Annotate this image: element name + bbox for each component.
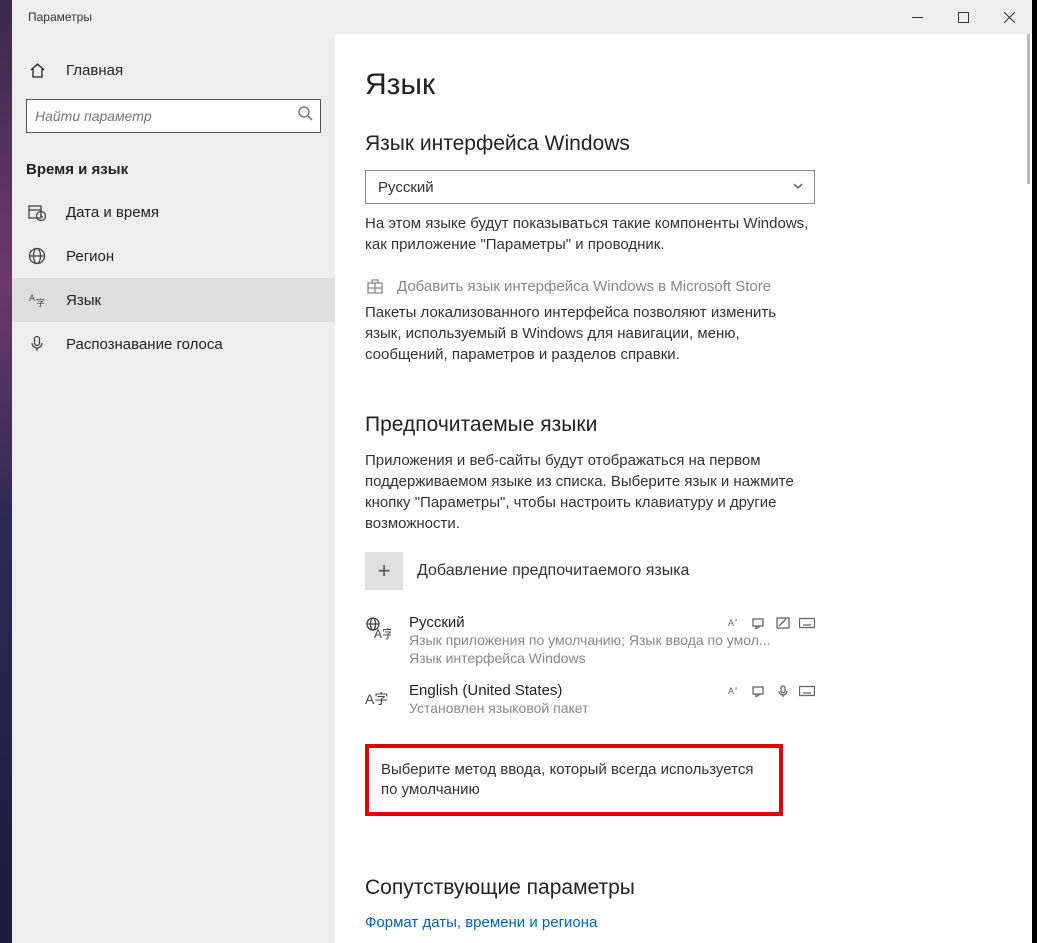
language-glyph-icon: A字 [365, 614, 395, 666]
search-wrap [26, 99, 321, 133]
svg-text:ᵃ: ᵃ [735, 687, 738, 693]
window-controls [894, 0, 1032, 34]
scrollbar-thumb[interactable] [1027, 34, 1030, 184]
language-name: English (United States) [409, 682, 562, 699]
right-border [1032, 0, 1037, 943]
display-language-select[interactable]: Русский [365, 170, 815, 204]
chevron-down-icon [792, 179, 804, 196]
maximize-button[interactable] [940, 0, 986, 34]
svg-text:A字: A字 [374, 626, 391, 641]
related-settings-link[interactable]: Формат даты, времени и региона [365, 914, 1002, 931]
store-icon [365, 277, 385, 295]
add-language-button[interactable]: + Добавление предпочитаемого языка [365, 552, 1002, 590]
sidebar-item-label: Распознавание голоса [66, 336, 223, 353]
svg-text:A: A [29, 293, 35, 303]
plus-icon: + [365, 552, 403, 590]
store-link[interactable]: Добавить язык интерфейса Windows в Micro… [365, 277, 1002, 295]
sidebar-item-datetime[interactable]: Дата и время [12, 190, 335, 234]
language-feature-icons: Aᵃ [727, 682, 815, 698]
speech-icon [751, 684, 767, 698]
language-name: Русский [409, 614, 465, 631]
language-glyph-icon: A字 [365, 682, 395, 718]
sidebar: Главная Время и язык Дата и время Ре [12, 34, 335, 943]
svg-text:A: A [728, 686, 734, 696]
svg-text:A: A [728, 618, 734, 628]
speech-icon [751, 616, 767, 630]
home-button[interactable]: Главная [12, 52, 335, 89]
language-icon: A字 [26, 291, 48, 309]
globe-icon [26, 247, 48, 265]
close-button[interactable] [986, 0, 1032, 34]
default-input-method-link[interactable]: Выберите метод ввода, который всегда исп… [381, 760, 767, 801]
page-title: Язык [365, 68, 1002, 102]
keyboard-icon [799, 616, 815, 630]
titlebar: Параметры [12, 0, 1032, 34]
text-to-speech-icon: Aᵃ [727, 616, 743, 630]
language-meta: Язык приложения по умолчанию; Язык ввода… [409, 631, 779, 650]
home-icon [26, 62, 48, 79]
display-language-value: Русский [378, 179, 434, 196]
keyboard-icon [799, 684, 815, 698]
svg-text:字: 字 [36, 297, 45, 308]
window-body: Главная Время и язык Дата и время Ре [12, 34, 1032, 943]
language-feature-icons: Aᵃ [727, 614, 815, 630]
svg-text:ᵃ: ᵃ [735, 619, 738, 625]
preferred-languages-description: Приложения и веб-сайты будут отображатьс… [365, 451, 805, 534]
settings-window: Параметры Главная [12, 0, 1032, 943]
related-settings-heading: Сопутствующие параметры [365, 876, 1002, 900]
voice-icon [775, 684, 791, 698]
window-title: Параметры [12, 10, 92, 24]
language-meta: Установлен языковой пакет [409, 699, 779, 718]
sidebar-item-label: Дата и время [66, 204, 159, 221]
sidebar-item-language[interactable]: A字 Язык [12, 278, 335, 322]
display-language-description: На этом языке будут показываться такие к… [365, 214, 815, 255]
calendar-clock-icon [26, 203, 48, 221]
language-item-russian[interactable]: A字 Русский Aᵃ Язык приложения по умолчан… [365, 612, 815, 680]
content-area: Язык Язык интерфейса Windows Русский На … [335, 34, 1032, 943]
svg-text:A字: A字 [365, 691, 388, 707]
sidebar-item-speech[interactable]: Распознавание голоса [12, 322, 335, 366]
store-description: Пакеты локализованного интерфейса позвол… [365, 303, 815, 365]
microphone-icon [26, 335, 48, 353]
minimize-button[interactable] [894, 0, 940, 34]
add-language-label: Добавление предпочитаемого языка [417, 562, 689, 580]
search-input[interactable] [26, 99, 321, 133]
handwriting-icon [775, 616, 791, 630]
text-to-speech-icon: Aᵃ [727, 684, 743, 698]
sidebar-item-region[interactable]: Регион [12, 234, 335, 278]
sidebar-item-label: Язык [66, 292, 101, 309]
display-language-heading: Язык интерфейса Windows [365, 132, 1002, 156]
store-link-label: Добавить язык интерфейса Windows в Micro… [397, 278, 771, 295]
scrollbar[interactable] [1022, 34, 1030, 943]
search-icon [298, 106, 313, 126]
category-header: Время и язык [12, 151, 335, 190]
sidebar-item-label: Регион [66, 248, 114, 265]
highlighted-link-box: Выберите метод ввода, который всегда исп… [365, 744, 783, 817]
preferred-languages-heading: Предпочитаемые языки [365, 413, 1002, 437]
language-item-english[interactable]: A字 English (United States) Aᵃ Установлен… [365, 680, 815, 732]
language-meta2: Язык интерфейса Windows [409, 650, 815, 666]
desktop-edge [0, 0, 12, 943]
home-label: Главная [66, 62, 123, 79]
